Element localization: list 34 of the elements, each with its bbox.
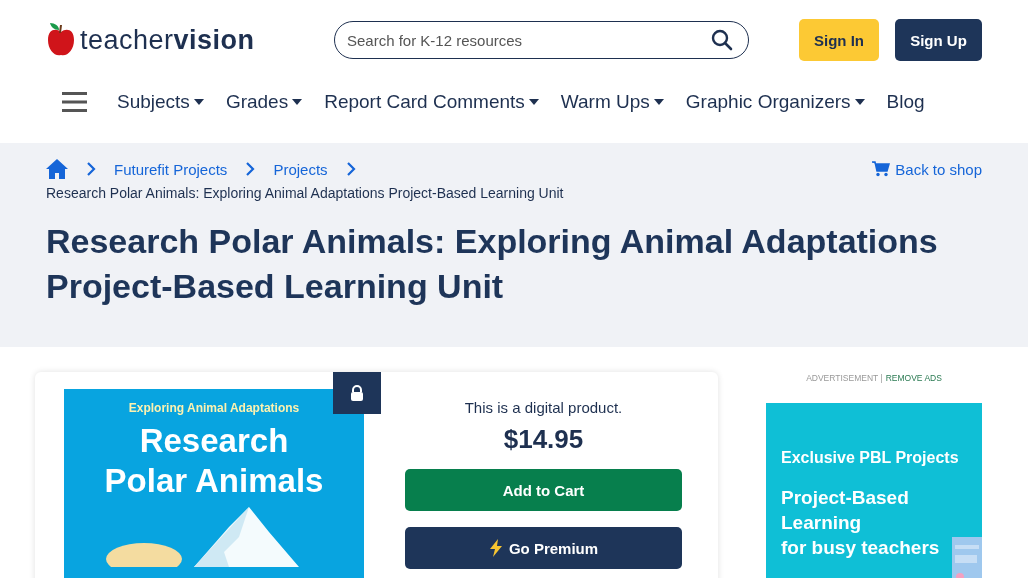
back-to-shop-link[interactable]: Back to shop: [872, 160, 982, 178]
nav-link[interactable]: Subjects: [117, 91, 204, 113]
cart-icon: [872, 161, 891, 177]
cover-title: Research Polar Animals: [103, 421, 325, 501]
home-icon[interactable]: [46, 159, 68, 179]
chevron-icon: [86, 162, 96, 176]
breadcrumb-link[interactable]: Projects: [273, 160, 328, 178]
nav-link[interactable]: Graphic Organizers: [685, 91, 865, 113]
sign-up-button[interactable]: Sign Up: [895, 19, 982, 61]
page-title: Research Polar Animals: Exploring Animal Adaptations Project-Based Learning Unit: [46, 221, 939, 307]
nav-link[interactable]: Grades: [225, 91, 303, 113]
search-field[interactable]: Search for K-12 resources: [334, 21, 749, 59]
menu-icon[interactable]: [62, 92, 87, 112]
nav-link[interactable]: Warm Ups: [560, 91, 664, 113]
nav-link[interactable]: Blog: [886, 91, 925, 113]
sign-in-button[interactable]: Sign In: [799, 19, 879, 61]
current-page-text: Research Polar Animals: Exploring Animal Adaptations Project-Based Learning Unit: [46, 185, 565, 201]
chevron-icon: [245, 162, 256, 176]
apple-icon: [46, 22, 76, 58]
chevron-icon: [345, 162, 356, 176]
cover-subtitle: Exploring Animal Adaptations: [128, 401, 300, 415]
nav-link[interactable]: Report Card Comments: [324, 91, 539, 113]
product-note: This is a digital product.: [463, 399, 624, 416]
search-icon[interactable]: [711, 29, 733, 51]
price: $14.95: [502, 424, 585, 455]
ad-kicker: Exclusive PBL Projects: [781, 449, 960, 467]
premium-button[interactable]: Go Premium: [405, 527, 682, 569]
lightning-icon: [488, 539, 503, 557]
ad-headline: Project-Based Learning for busy teachers: [781, 486, 941, 560]
breadcrumb-link[interactable]: Futurefit Projects: [114, 160, 228, 178]
logo-text[interactable]: teachervision: [80, 24, 255, 56]
remove-ads-link[interactable]: REMOVE ADS: [885, 373, 942, 383]
add-to-cart-button[interactable]: Add to Cart: [405, 469, 682, 511]
advertisement-label: ADVERTISEMENT |: [806, 373, 883, 383]
